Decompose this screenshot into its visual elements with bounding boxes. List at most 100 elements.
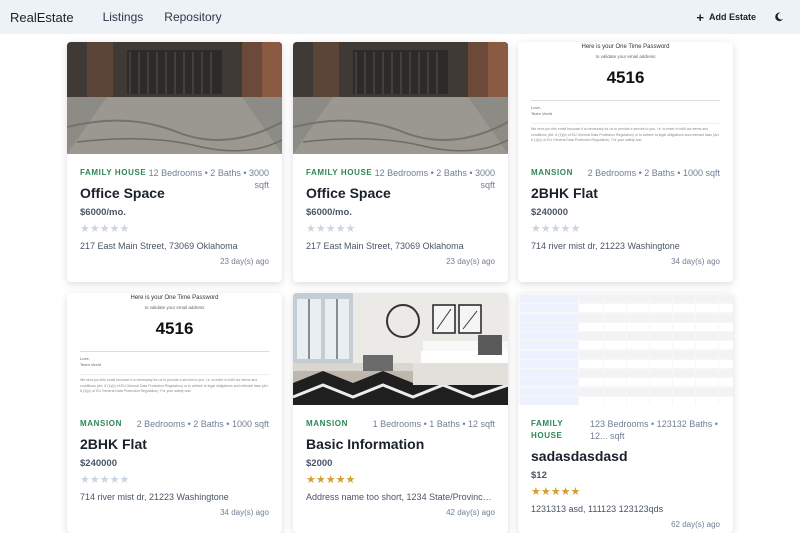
add-estate-button[interactable]: + Add Estate <box>689 7 763 27</box>
table-image-cell <box>650 396 672 405</box>
listing-image <box>67 42 282 154</box>
listing-title[interactable]: 2BHK Flat <box>531 185 720 201</box>
property-type: FAMILY HOUSE <box>531 419 564 440</box>
table-image-cell <box>627 378 649 387</box>
listing-card[interactable]: Here is your One Time Password to valida… <box>67 293 282 533</box>
listing-card[interactable]: FAMILY HOUSE 123 Bedrooms • 123132 Baths… <box>518 293 733 533</box>
table-image-cell <box>604 369 626 377</box>
email-team: Team Vecht <box>80 362 101 367</box>
email-heading: Here is your One Time Password <box>130 295 219 301</box>
brand-logo[interactable]: RealEstate <box>10 10 74 25</box>
listing-image <box>518 293 733 405</box>
table-image-cell <box>520 359 578 368</box>
moon-icon <box>775 12 784 22</box>
table-image-cell <box>696 332 718 340</box>
listing-price: $240000 <box>80 458 117 469</box>
property-specs: 123 Bedrooms • 123132 Baths • 12... sqft <box>590 419 718 441</box>
theme-toggle-button[interactable] <box>768 6 790 28</box>
star-icon: ★ <box>99 474 110 486</box>
star-icon: ★ <box>335 223 346 235</box>
table-image-cell <box>719 396 733 405</box>
property-type: FAMILY HOUSE <box>80 168 147 177</box>
table-image-cell <box>627 396 649 405</box>
table-image-cell <box>673 396 695 405</box>
email-subheading: to validate your email address <box>595 54 656 59</box>
listing-address: 714 river mist dr, 21223 Washingtone <box>80 492 229 502</box>
table-image-cell <box>673 378 695 387</box>
table-image-cell <box>627 369 649 377</box>
listing-address: 1231313 asd, 111123 123123qds <box>531 504 664 514</box>
listing-age: 34 day(s) ago <box>671 257 720 266</box>
table-image-cell <box>673 313 695 322</box>
table-image-cell <box>719 295 733 303</box>
table-image-cell <box>520 341 578 350</box>
table-image-cell <box>604 322 626 331</box>
listing-meta: MANSION 1 Bedrooms • 1 Baths • 12 sqft <box>306 418 495 430</box>
star-icon: ★ <box>89 223 100 235</box>
rating-stars: ★★★★★ <box>80 223 269 235</box>
table-image-cell <box>604 341 626 350</box>
table-image-cell <box>579 304 603 313</box>
listing-card[interactable]: Here is your One Time Password to valida… <box>518 42 733 282</box>
table-image-cell <box>696 341 718 350</box>
star-icon: ★ <box>109 474 120 486</box>
table-image-cell <box>696 359 718 368</box>
star-icon: ★ <box>345 223 356 235</box>
table-image-cell <box>719 359 733 368</box>
table-image-cell <box>650 322 672 331</box>
table-image-cell <box>673 369 695 377</box>
star-icon: ★ <box>315 474 326 486</box>
table-image-cell <box>604 313 626 322</box>
table-image-cell <box>696 322 718 331</box>
listing-age: 62 day(s) ago <box>671 520 720 529</box>
table-image-cell <box>673 350 695 359</box>
star-icon: ★ <box>119 223 130 235</box>
table-image-cell <box>719 313 733 322</box>
table-image-cell <box>604 396 626 405</box>
table-image-cell <box>579 350 603 359</box>
table-image-cell <box>650 378 672 387</box>
listing-card[interactable]: FAMILY HOUSE 12 Bedrooms • 2 Baths • 300… <box>67 42 282 282</box>
rating-stars: ★★★★★ <box>80 474 269 486</box>
table-image-cell <box>650 387 672 396</box>
table-image-cell <box>650 350 672 359</box>
star-icon: ★ <box>99 223 110 235</box>
listing-meta: MANSION 2 Bedrooms • 2 Baths • 1000 sqft <box>531 167 720 179</box>
listing-image <box>293 42 508 154</box>
table-image-cell <box>673 387 695 396</box>
star-icon: ★ <box>109 223 120 235</box>
star-icon: ★ <box>570 486 581 498</box>
star-icon: ★ <box>315 223 326 235</box>
table-image-cell <box>627 350 649 359</box>
table-image-cell <box>696 350 718 359</box>
listing-price: $12 <box>531 470 547 481</box>
email-footer: We sent you this email because it is nec… <box>531 127 720 142</box>
star-icon: ★ <box>80 474 90 486</box>
nav-repository[interactable]: Repository <box>164 10 221 24</box>
star-icon: ★ <box>335 474 346 486</box>
listing-card[interactable]: FAMILY HOUSE 12 Bedrooms • 2 Baths • 300… <box>293 42 508 282</box>
star-icon: ★ <box>325 223 336 235</box>
email-otp: 4516 <box>155 319 194 338</box>
star-icon: ★ <box>560 486 571 498</box>
property-specs: 2 Bedrooms • 2 Baths • 1000 sqft <box>587 168 720 178</box>
nav-listings[interactable]: Listings <box>103 10 144 24</box>
table-image-cell <box>579 322 603 331</box>
listing-title[interactable]: 2BHK Flat <box>80 436 269 452</box>
table-image-cell <box>579 387 603 396</box>
listing-meta: FAMILY HOUSE 12 Bedrooms • 2 Baths • 300… <box>80 167 269 190</box>
table-image-cell <box>719 304 733 313</box>
email-footer: We sent you this email because it is nec… <box>80 378 269 393</box>
listing-card[interactable]: MANSION 1 Bedrooms • 1 Baths • 12 sqft B… <box>293 293 508 533</box>
table-image-cell <box>719 387 733 396</box>
table-image-cell <box>520 396 578 405</box>
listing-title[interactable]: Basic Information <box>306 436 495 452</box>
table-image-cell <box>604 295 626 303</box>
email-team: Team Vecht <box>531 111 552 116</box>
star-icon: ★ <box>345 474 356 486</box>
star-icon: ★ <box>306 223 316 235</box>
property-specs: 1 Bedrooms • 1 Baths • 12 sqft <box>372 419 495 429</box>
table-image-cell <box>719 378 733 387</box>
table-image-cell <box>696 313 718 322</box>
listing-title[interactable]: sadasdasdasd <box>531 448 720 464</box>
